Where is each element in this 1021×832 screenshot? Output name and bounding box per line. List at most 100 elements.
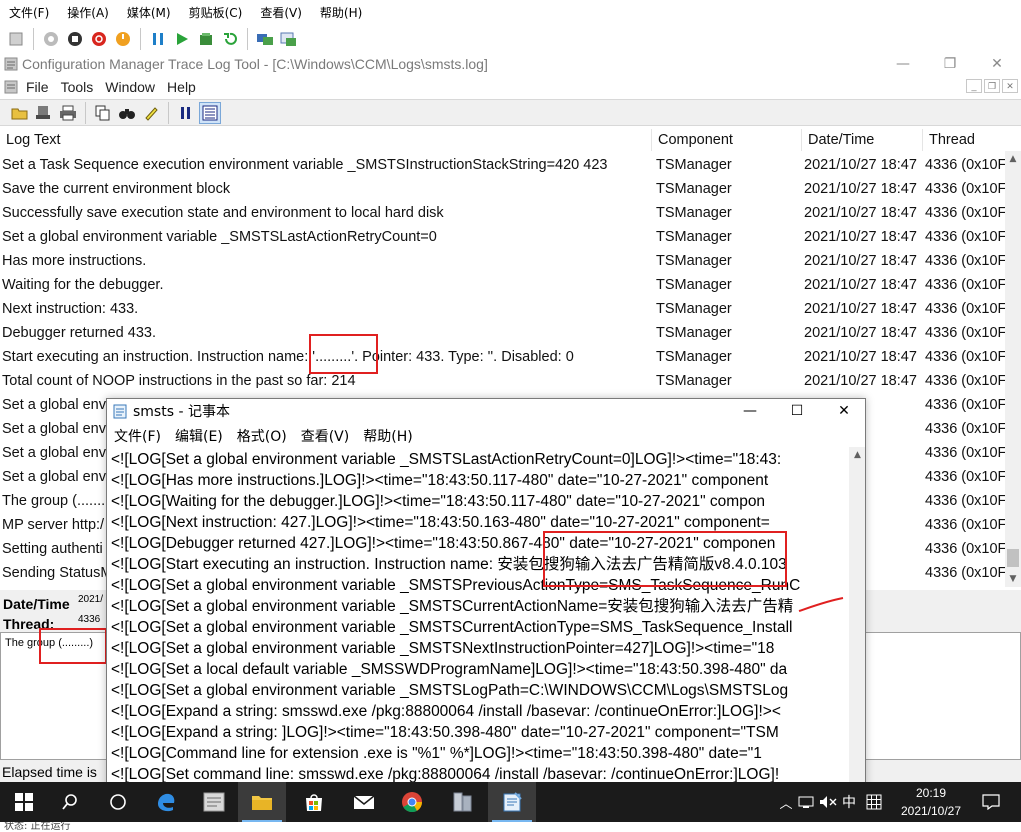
volume-muted-icon[interactable] — [816, 782, 840, 822]
notepad-menu-edit[interactable]: 编辑(E) — [168, 426, 230, 446]
copy-icon[interactable] — [92, 102, 114, 124]
mdi-minimize-button[interactable]: _ — [966, 79, 982, 93]
show-hidden-icons-button[interactable]: ︿ — [776, 782, 796, 822]
taskbar-chrome[interactable] — [388, 782, 436, 822]
log-row-thread: 4336 (0x10F0) — [925, 541, 1005, 557]
taskbar-file-explorer[interactable] — [238, 782, 286, 822]
close-button[interactable]: ✕ — [974, 52, 1020, 76]
log-row-component: TSManager — [656, 253, 732, 269]
shutdown-icon[interactable] — [88, 28, 110, 50]
notepad-menu-file[interactable]: 文件(F) — [107, 426, 168, 446]
log-row[interactable]: Waiting for the debugger. TSManager 2021/1… — [0, 273, 1005, 297]
find-icon[interactable] — [116, 102, 138, 124]
column-header-thread[interactable]: Thread — [923, 129, 1005, 151]
start-button[interactable] — [0, 782, 48, 822]
mdi-close-button[interactable]: ✕ — [1002, 79, 1018, 93]
host-menu-help[interactable]: 帮助(H) — [311, 4, 371, 21]
scroll-up-arrow-icon[interactable]: ▲ — [849, 447, 865, 463]
trace-app-icon — [4, 57, 18, 71]
mdi-restore-button[interactable]: ❐ — [984, 79, 1000, 93]
taskbar-mail[interactable] — [340, 782, 388, 822]
notepad-line: <![LOG[Set a global environment variable… — [111, 640, 775, 657]
restore-button[interactable]: ❐ — [927, 52, 973, 76]
notepad-menu-help[interactable]: 帮助(H) — [356, 426, 419, 446]
log-row[interactable]: Has more instructions. TSManager 2021/10/2… — [0, 249, 1005, 273]
log-row-thread: 4336 (0x10F0) — [925, 373, 1005, 389]
log-row-component: TSManager — [656, 349, 732, 365]
host-menu-file[interactable]: 文件(F) — [0, 4, 58, 21]
taskbar-server-manager[interactable] — [438, 782, 486, 822]
minimize-button[interactable]: — — [880, 52, 926, 76]
log-row[interactable]: Start executing an instruction. Instruct… — [0, 345, 1005, 369]
scroll-down-arrow-icon[interactable]: ▼ — [1005, 571, 1021, 587]
host-menu-action[interactable]: 操作(A) — [58, 4, 118, 21]
log-row[interactable]: Next instruction: 433. TSManager 2021/10/2… — [0, 297, 1005, 321]
trace-menu-tools[interactable]: Tools — [55, 79, 100, 95]
taskbar-store[interactable] — [290, 782, 338, 822]
log-row[interactable]: Set a Task Sequence execution environmen… — [0, 153, 1005, 177]
log-row-text: Save the current environment block — [2, 181, 231, 197]
save-state-icon[interactable] — [112, 28, 134, 50]
host-menu-media[interactable]: 媒体(M) — [118, 4, 180, 21]
taskbar-clock[interactable]: 20:19 2021/10/27 — [886, 782, 976, 822]
details-pane-icon[interactable] — [199, 101, 221, 124]
log-list-scrollbar[interactable]: ▲ ▼ — [1005, 151, 1021, 587]
task-view-button[interactable] — [94, 782, 142, 822]
log-row-thread: 4336 (0x10F0) — [925, 325, 1005, 341]
pause-icon[interactable] — [175, 102, 197, 124]
host-toolbar — [0, 24, 1021, 54]
open-on-server-icon[interactable] — [33, 102, 55, 124]
trace-menu-window[interactable]: Window — [99, 79, 161, 95]
ime-indicator[interactable]: 中 — [838, 782, 860, 822]
toolbar-separator — [33, 27, 34, 50]
pause-icon[interactable] — [147, 28, 169, 50]
clock-date: 2021/10/27 — [900, 804, 962, 818]
revert-icon[interactable] — [219, 28, 241, 50]
keyboard-grid-icon[interactable] — [862, 782, 886, 822]
network-icon[interactable] — [796, 782, 816, 822]
column-header-log-text[interactable]: Log Text — [0, 129, 652, 151]
trace-menu-file[interactable]: File — [20, 79, 55, 95]
ctrl-alt-del-icon[interactable] — [5, 28, 27, 50]
print-icon[interactable] — [57, 102, 79, 124]
start-vm-icon[interactable] — [40, 28, 62, 50]
column-header-component[interactable]: Component — [652, 129, 802, 151]
notepad-menu-format[interactable]: 格式(O) — [230, 426, 294, 446]
action-center-icon[interactable] — [978, 782, 1004, 822]
open-folder-icon[interactable] — [9, 102, 31, 124]
trace-menu-help[interactable]: Help — [161, 79, 202, 95]
host-menu-view[interactable]: 查看(V) — [251, 4, 311, 21]
checkpoint-icon[interactable] — [195, 28, 217, 50]
notepad-minimize-button[interactable]: — — [727, 399, 773, 423]
notepad-close-button[interactable]: ✕ — [821, 399, 865, 423]
log-row[interactable]: Successfully save execution state and en… — [0, 201, 1005, 225]
notepad-line: <![LOG[Expand a string: smsswd.exe /pkg:… — [111, 703, 781, 720]
scrollbar-thumb[interactable] — [1007, 549, 1019, 567]
host-menu-clipboard[interactable]: 剪贴板(C) — [180, 4, 252, 21]
search-button[interactable] — [46, 782, 94, 822]
notepad-scrollbar[interactable]: ▲ — [849, 447, 865, 831]
enhanced-session-icon[interactable] — [254, 28, 276, 50]
resume-icon[interactable] — [171, 28, 193, 50]
taskbar-trace-app[interactable] — [190, 782, 238, 822]
notepad-menu-view[interactable]: 查看(V) — [294, 426, 357, 446]
toolbar-separator — [247, 27, 248, 50]
column-header-datetime[interactable]: Date/Time — [802, 129, 923, 151]
share-icon[interactable] — [278, 28, 300, 50]
log-row-thread: 4336 (0x10F0) — [925, 181, 1005, 197]
turn-off-icon[interactable] — [64, 28, 86, 50]
log-row[interactable]: Set a global environment variable _SMSTS… — [0, 225, 1005, 249]
taskbar-notepad[interactable] — [488, 782, 536, 822]
notepad-app-icon — [113, 403, 127, 419]
notepad-maximize-button[interactable]: ☐ — [774, 399, 820, 423]
log-row[interactable]: Save the current environment block TSMana… — [0, 177, 1005, 201]
log-row[interactable]: Total count of NOOP instructions in the … — [0, 369, 1005, 393]
highlight-icon[interactable] — [140, 102, 162, 124]
log-row[interactable]: Debugger returned 433. TSManager 2021/10/2… — [0, 321, 1005, 345]
log-row-component: TSManager — [656, 277, 732, 293]
host-menubar: 文件(F) 操作(A) 媒体(M) 剪贴板(C) 查看(V) 帮助(H) — [0, 0, 1021, 24]
log-row-thread: 4336 (0x10F0) — [925, 397, 1005, 413]
scroll-up-arrow-icon[interactable]: ▲ — [1005, 151, 1021, 167]
notepad-text-area[interactable]: <![LOG[Set a global environment variable… — [111, 449, 847, 831]
taskbar-edge[interactable] — [142, 782, 190, 822]
